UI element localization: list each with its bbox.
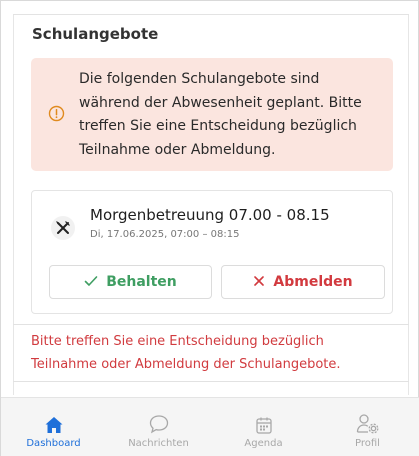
- offer-title: Morgenbetreuung 07.00 - 08.15: [90, 206, 330, 224]
- tab-label: Dashboard: [26, 438, 81, 449]
- user-settings-icon: [356, 411, 380, 435]
- check-icon: [84, 273, 98, 291]
- offer-card: Morgenbetreuung 07.00 - 08.15 Di, 17.06.…: [31, 190, 393, 314]
- tab-messages[interactable]: Nachrichten: [106, 398, 211, 456]
- tab-profile[interactable]: Profil: [315, 398, 419, 456]
- home-icon: [44, 411, 64, 435]
- section-title: Schulangebote: [32, 25, 159, 43]
- bottom-tab-bar: Dashboard Nachrichten Agenda Profil: [1, 397, 419, 456]
- info-circle-icon: [48, 105, 65, 122]
- warning-line: Bitte treffen Sie eine Entscheidung bezü…: [31, 334, 324, 349]
- notice-text: Die folgenden Schulangebote sind während…: [79, 68, 379, 162]
- divider: [13, 324, 409, 325]
- tab-agenda[interactable]: Agenda: [211, 398, 316, 456]
- tab-label: Profil: [355, 438, 380, 449]
- notice-box: Die folgenden Schulangebote sind während…: [31, 58, 393, 171]
- unsubscribe-button-label: Abmelden: [273, 274, 353, 290]
- tab-dashboard[interactable]: Dashboard: [1, 398, 106, 456]
- chat-bubble-icon: [148, 411, 170, 435]
- calendar-icon: [254, 411, 274, 435]
- keep-button[interactable]: Behalten: [49, 265, 212, 299]
- tab-label: Nachrichten: [128, 438, 189, 449]
- divider: [13, 381, 409, 382]
- notice-line: Die folgenden Schulangebote sind: [79, 71, 320, 87]
- notice-line: treffen Sie eine Entscheidung bezüglich: [79, 118, 357, 134]
- warning-line: Teilnahme oder Abmeldung der Schulangebo…: [31, 356, 341, 372]
- unsubscribe-button[interactable]: Abmelden: [221, 265, 385, 299]
- notice-line: Teilnahme oder Abmeldung.: [79, 141, 276, 158]
- tab-label: Agenda: [244, 438, 283, 449]
- app-frame: Schulangebote Die folgenden Schulangebot…: [0, 0, 419, 456]
- close-icon: [253, 273, 265, 291]
- offer-datetime: Di, 17.06.2025, 07:00 – 08:15: [90, 229, 240, 240]
- notice-line: während der Abwesenheit geplant. Bitte: [79, 94, 362, 111]
- keep-button-label: Behalten: [106, 274, 177, 290]
- fork-knife-icon: [51, 216, 75, 240]
- top-strip: [13, 1, 409, 15]
- decision-warning: Bitte treffen Sie eine Entscheidung bezü…: [31, 331, 391, 376]
